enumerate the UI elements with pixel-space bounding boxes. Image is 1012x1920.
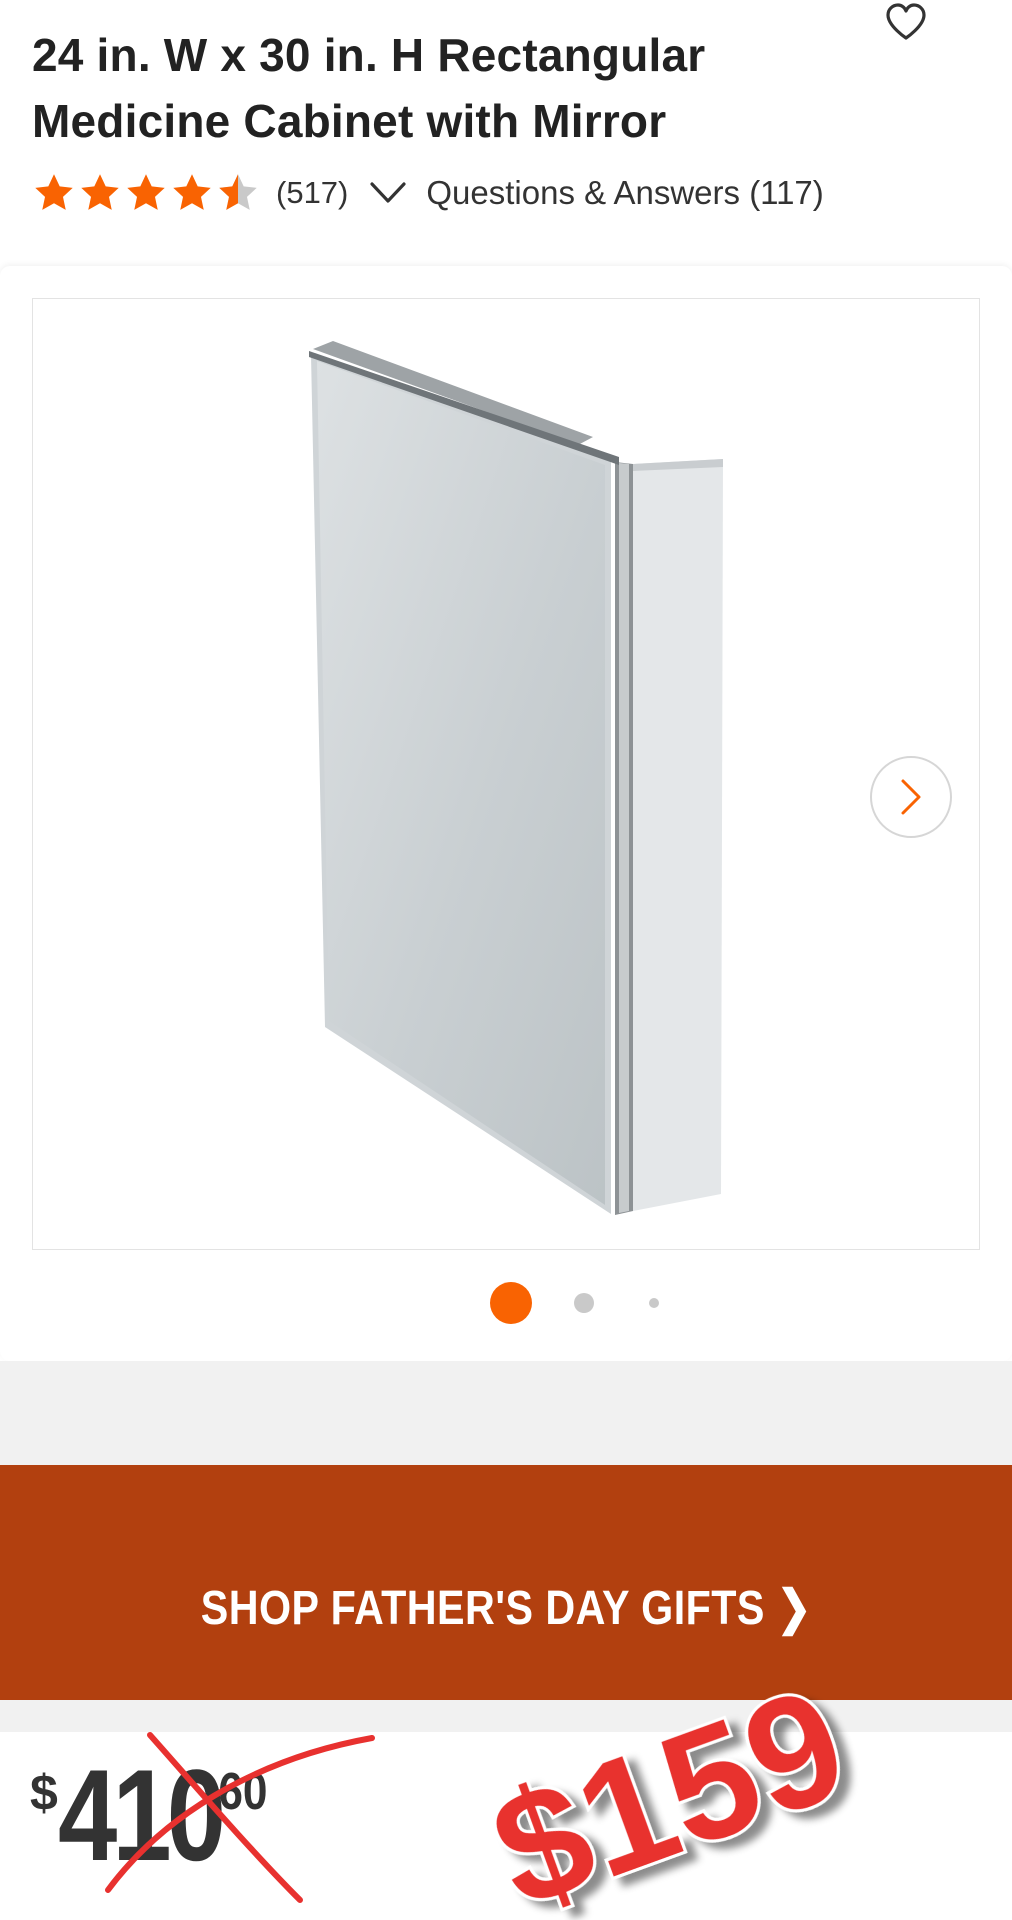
price-currency: $ (30, 1765, 58, 1821)
gallery-dot-1[interactable] (490, 1282, 532, 1324)
rating-expand-button[interactable] (368, 173, 408, 213)
promo-label: SHOP FATHER'S DAY GIFTS ❯ (200, 1581, 812, 1635)
promo-banner[interactable]: SHOP FATHER'S DAY GIFTS ❯ (0, 1465, 1012, 1700)
section-divider (0, 1361, 1012, 1465)
price-cents: 60 (218, 1763, 268, 1821)
review-count[interactable]: (517) (276, 175, 348, 211)
star-icon (173, 174, 211, 210)
chevron-right-icon (901, 779, 921, 815)
product-title: 24 in. W x 30 in. H Rectangular Medicine… (32, 22, 872, 154)
star-icon (35, 174, 73, 210)
title-line-2: Medicine Cabinet with Mirror (32, 95, 667, 147)
product-image[interactable] (32, 298, 980, 1250)
favorite-button[interactable] (880, 0, 932, 44)
star-icon (81, 174, 119, 210)
gallery-dot-2[interactable] (574, 1293, 594, 1313)
questions-answers-link[interactable]: Questions & Answers (117) (426, 174, 823, 212)
gallery-next-button[interactable] (870, 756, 952, 838)
star-rating[interactable] (32, 171, 260, 215)
star-icon (127, 174, 165, 210)
gallery-dot-3[interactable] (649, 1298, 659, 1308)
price-dollars: 410 (57, 1742, 226, 1888)
chevron-down-icon (370, 182, 406, 203)
heart-icon (886, 3, 926, 40)
medicine-cabinet-image (309, 341, 723, 1215)
rating-row: (517) Questions & Answers (117) (32, 168, 824, 218)
title-line-1: 24 in. W x 30 in. H Rectangular (32, 29, 706, 81)
gallery-pagination (0, 1280, 1012, 1326)
section-divider-bottom (0, 1700, 1012, 1732)
original-price: $ 410 60 (30, 1750, 272, 1880)
half-star-icon (219, 174, 257, 210)
